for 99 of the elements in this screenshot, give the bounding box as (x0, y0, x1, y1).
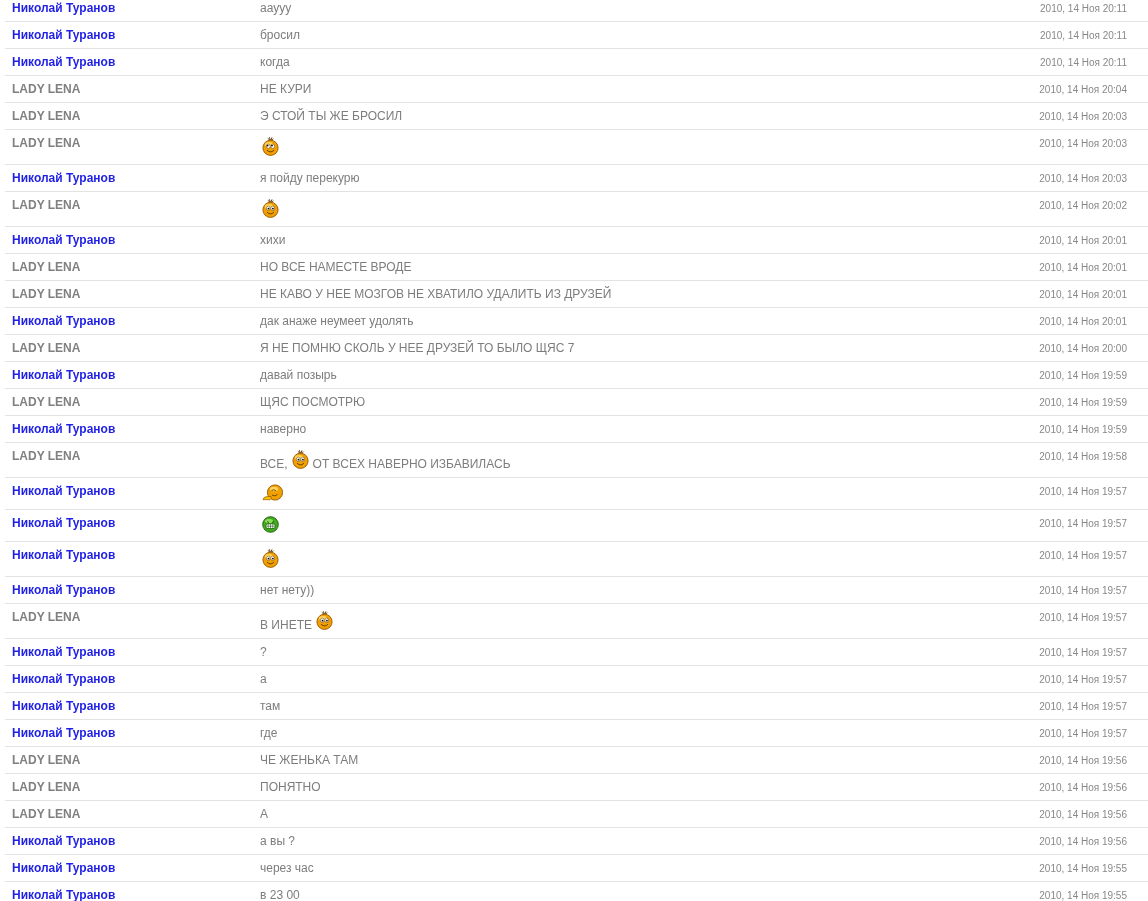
message-time: 2010, 14 Ноя 20:01 (1039, 288, 1127, 302)
message-time: 2010, 14 Ноя 19:57 (1039, 485, 1127, 499)
message-time: 2010, 14 Ноя 20:01 (1039, 315, 1127, 329)
message-time: 2010, 14 Ноя 19:56 (1039, 808, 1127, 822)
author-name[interactable]: LADY LENA (12, 136, 81, 151)
author-name[interactable]: Николай Туранов (12, 233, 116, 248)
message-text: А (260, 807, 268, 821)
author-name[interactable]: LADY LENA (12, 753, 81, 768)
message-text: нет нету)) (260, 583, 315, 597)
message-time: 2010, 14 Ноя 19:57 (1039, 549, 1127, 563)
message-text: НЕ КУРИ (260, 82, 312, 96)
message-text: я пойду перекурю (260, 171, 360, 185)
author-name[interactable]: LADY LENA (12, 780, 81, 795)
message-time: 2010, 14 Ноя 20:02 (1039, 199, 1127, 213)
message-text: В ИНЕТЕ (260, 618, 312, 632)
message-time: 2010, 14 Ноя 20:11 (1040, 29, 1127, 43)
author-name[interactable]: Николай Туранов (12, 368, 116, 383)
author-name[interactable]: LADY LENA (12, 395, 81, 410)
smiley-icon (291, 449, 309, 469)
message-time: 2010, 14 Ноя 19:57 (1039, 700, 1127, 714)
message-text: там (260, 699, 281, 713)
message-text: ааууу (260, 1, 292, 15)
message-time: 2010, 14 Ноя 19:57 (1039, 646, 1127, 660)
author-name[interactable]: LADY LENA (12, 109, 81, 124)
message-time: 2010, 14 Ноя 20:03 (1039, 172, 1127, 186)
message-text: а вы ? (260, 834, 295, 848)
author-name[interactable]: Николай Туранов (12, 484, 116, 499)
message-text: наверно (260, 422, 307, 436)
author-name[interactable]: Николай Туранов (12, 422, 116, 437)
smiley-icon (315, 610, 333, 630)
message-text: НЕ КАВО У НЕЕ МОЗГОВ НЕ ХВАТИЛО УДАЛИТЬ ИЗ ДРУЗЕЙ (260, 287, 612, 301)
message-text: дак анаже неумеет удолять (260, 314, 414, 328)
message-time: 2010, 14 Ноя 20:03 (1039, 137, 1127, 151)
message-text: Я НЕ ПОМНЮ СКОЛЬ У НЕЕ ДРУЗЕЙ ТО БЫЛО ЩЯС 7 (260, 341, 575, 355)
message-time: 2010, 14 Ноя 20:11 (1040, 56, 1127, 70)
message-text: ВСЕ, (260, 457, 288, 471)
author-name[interactable]: LADY LENA (12, 610, 81, 625)
message-time: 2010, 14 Ноя 19:59 (1039, 369, 1127, 383)
smiley-icon (262, 198, 279, 218)
message-text: Э СТОЙ ТЫ ЖЕ БРОСИЛ (260, 109, 403, 123)
author-name[interactable]: Николай Туранов (12, 861, 116, 876)
author-name[interactable]: LADY LENA (12, 82, 81, 97)
author-name[interactable]: Николай Туранов (12, 726, 116, 741)
message-text: НО ВСЕ НАМЕСТЕ ВРОДЕ (260, 260, 412, 274)
grin-icon (262, 516, 279, 533)
author-name[interactable]: Николай Туранов (12, 314, 116, 329)
author-name[interactable]: Николай Туранов (12, 1, 116, 16)
author-name[interactable]: LADY LENA (12, 807, 81, 822)
author-name[interactable]: Николай Туранов (12, 55, 116, 70)
message-time: 2010, 14 Ноя 19:57 (1039, 611, 1127, 625)
author-name[interactable]: Николай Туранов (12, 699, 116, 714)
message-text: в 23 00 (260, 888, 300, 901)
author-name[interactable]: LADY LENA (12, 287, 81, 302)
author-name[interactable]: Николай Туранов (12, 548, 116, 563)
message-time: 2010, 14 Ноя 20:03 (1039, 110, 1127, 124)
message-text: где (260, 726, 278, 740)
author-name[interactable]: Николай Туранов (12, 516, 116, 531)
message-time: 2010, 14 Ноя 19:59 (1039, 396, 1127, 410)
smiley-hand-icon (262, 484, 283, 501)
smiley-icon (262, 548, 279, 568)
message-time: 2010, 14 Ноя 19:57 (1039, 584, 1127, 598)
message-text: ОТ ВСЕХ НАВЕРНО ИЗБАВИЛАСЬ (312, 457, 511, 471)
message-text: бросил (260, 28, 300, 42)
message-text: а (260, 672, 267, 686)
message-time: 2010, 14 Ноя 20:01 (1039, 261, 1127, 275)
message-time: 2010, 14 Ноя 19:57 (1039, 727, 1127, 741)
author-name[interactable]: LADY LENA (12, 198, 81, 213)
message-time: 2010, 14 Ноя 19:57 (1039, 673, 1127, 687)
author-name[interactable]: LADY LENA (12, 260, 81, 275)
author-name[interactable]: Николай Туранов (12, 834, 116, 849)
author-name[interactable]: Николай Туранов (12, 583, 116, 598)
author-name[interactable]: Николай Туранов (12, 171, 116, 186)
message-text: ЧЕ ЖЕНЬКА ТАМ (260, 753, 359, 767)
message-text: ЩЯС ПОСМОТРЮ (260, 395, 366, 409)
message-time: 2010, 14 Ноя 19:56 (1039, 754, 1127, 768)
message-time: 2010, 14 Ноя 20:01 (1039, 234, 1127, 248)
message-time: 2010, 14 Ноя 19:56 (1039, 835, 1127, 849)
message-text: когда (260, 55, 290, 69)
message-text: ? (260, 645, 267, 659)
message-text: ПОНЯТНО (260, 780, 321, 794)
author-name[interactable]: Николай Туранов (12, 888, 116, 901)
author-name[interactable]: Николай Туранов (12, 28, 116, 43)
message-time: 2010, 14 Ноя 20:00 (1039, 342, 1127, 356)
message-time: 2010, 14 Ноя 19:59 (1039, 423, 1127, 437)
author-name[interactable]: LADY LENA (12, 341, 81, 356)
message-time: 2010, 14 Ноя 20:11 (1040, 2, 1127, 16)
message-text: через час (260, 861, 314, 875)
message-text: хихи (260, 233, 286, 247)
smiley-icon (262, 136, 279, 156)
author-name[interactable]: Николай Туранов (12, 672, 116, 687)
author-name[interactable]: LADY LENA (12, 449, 81, 464)
author-name[interactable]: Николай Туранов (12, 645, 116, 660)
message-time: 2010, 14 Ноя 19:55 (1039, 889, 1127, 901)
message-text: давай позырь (260, 368, 337, 382)
message-time: 2010, 14 Ноя 20:04 (1039, 83, 1127, 97)
message-time: 2010, 14 Ноя 19:58 (1039, 450, 1127, 464)
message-time: 2010, 14 Ноя 19:57 (1039, 517, 1127, 531)
message-time: 2010, 14 Ноя 19:55 (1039, 862, 1127, 876)
message-time: 2010, 14 Ноя 19:56 (1039, 781, 1127, 795)
